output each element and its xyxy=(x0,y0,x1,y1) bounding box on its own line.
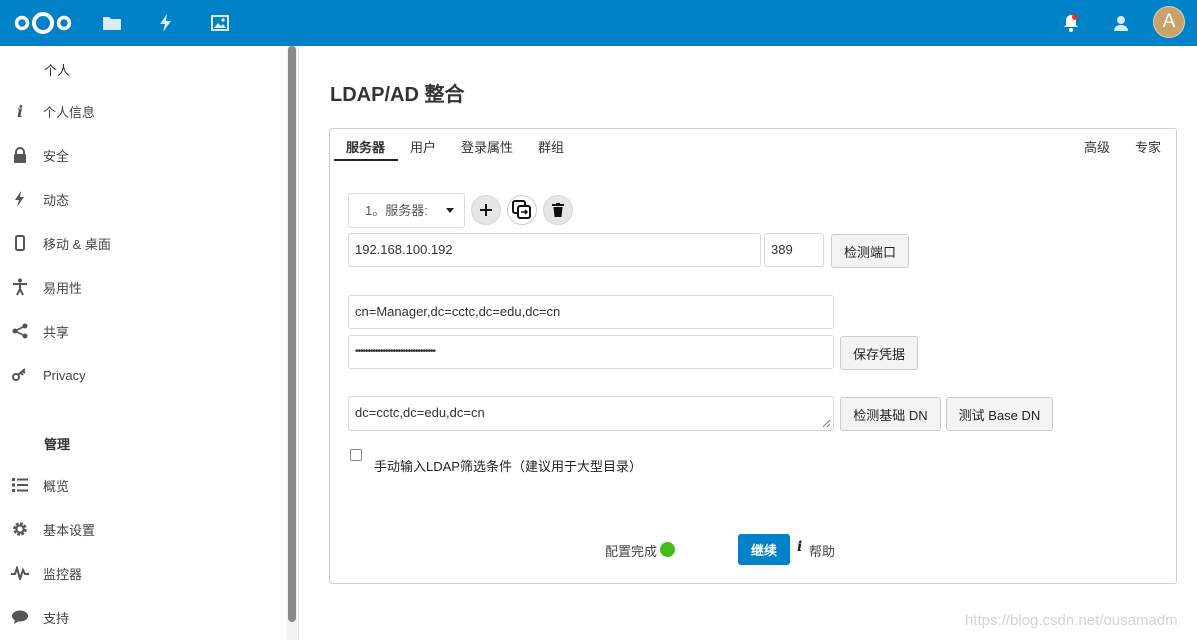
add-server-button[interactable] xyxy=(471,195,501,225)
phone-icon xyxy=(11,234,29,252)
user-dn-input[interactable]: cn=Manager,dc=cctc,dc=edu,dc=cn xyxy=(348,295,834,329)
info-icon: i xyxy=(797,539,803,555)
sidebar-item-label: 支持 xyxy=(43,610,70,626)
copy-icon xyxy=(512,200,531,219)
trash-icon xyxy=(552,203,564,217)
page-title: LDAP/AD 整合 xyxy=(330,84,465,106)
scrollbar-thumb[interactable] xyxy=(288,46,296,622)
activity-icon[interactable] xyxy=(154,11,178,35)
divider xyxy=(298,46,299,640)
active-tab-indicator xyxy=(334,159,398,161)
password-input[interactable]: •••••••••••••••••••••••••••••••• xyxy=(348,335,834,369)
detect-port-button[interactable]: 检测端口 xyxy=(831,234,909,268)
sidebar-scrollbar[interactable] xyxy=(287,46,297,640)
sidebar-item-monitoring[interactable]: 监控器 xyxy=(0,551,285,595)
sidebar-item-label: Privacy xyxy=(43,367,86,383)
sidebar-item-overview[interactable]: 概览 xyxy=(0,463,285,507)
copy-server-button[interactable] xyxy=(507,195,537,225)
nextcloud-logo-icon[interactable] xyxy=(12,9,74,37)
sidebar-item-personal-info[interactable]: i 个人信息 xyxy=(0,89,285,133)
chat-icon xyxy=(11,608,29,626)
gear-icon xyxy=(11,520,29,538)
base-dn-value: dc=cctc,dc=edu,dc=cn xyxy=(355,405,485,420)
host-input[interactable]: 192.168.100.192 xyxy=(348,233,761,267)
sidebar-item-accessibility[interactable]: 易用性 xyxy=(0,265,285,309)
tab-server[interactable]: 服务器 xyxy=(346,137,385,161)
tab-users[interactable]: 用户 xyxy=(410,137,436,161)
sidebar-item-label: 动态 xyxy=(43,192,70,208)
user-avatar[interactable]: A xyxy=(1153,6,1185,38)
sidebar-item-label: 基本设置 xyxy=(43,522,96,538)
activity-icon xyxy=(11,190,29,208)
plus-icon xyxy=(480,204,492,216)
gallery-icon[interactable] xyxy=(208,11,232,35)
sidebar-item-activity[interactable]: 动态 xyxy=(0,177,285,221)
sidebar-item-label: 易用性 xyxy=(43,280,83,296)
tab-login-attributes[interactable]: 登录属性 xyxy=(461,137,513,161)
chevron-down-icon xyxy=(446,208,454,213)
admin-heading: 管理 xyxy=(44,437,71,452)
list-icon xyxy=(11,476,29,494)
key-icon xyxy=(11,366,29,384)
sidebar-item-label: 个人信息 xyxy=(43,104,96,120)
server-select[interactable]: 1。服务器: xyxy=(348,193,465,228)
manual-filter-label: 手动输入LDAP筛选条件（建议用于大型目录） xyxy=(374,459,642,474)
personal-heading: 个人 xyxy=(44,63,71,78)
sidebar-item-sharing[interactable]: 共享 xyxy=(0,309,285,353)
resize-handle-icon[interactable] xyxy=(821,418,831,428)
files-icon[interactable] xyxy=(100,11,124,35)
sidebar-item-label: 安全 xyxy=(43,148,70,164)
status-indicator xyxy=(660,542,675,557)
settings-sidebar: 个人 i 个人信息 安全 动态 移动 & 桌面 易用性 共享 Privacy 管… xyxy=(0,46,285,640)
sidebar-item-support[interactable]: 支持 xyxy=(0,595,285,639)
ldap-config-panel: 服务器 用户 登录属性 群组 高级 专家 1。服务器: 192.168.100.… xyxy=(329,128,1177,584)
config-status-label: 配置完成 xyxy=(605,544,658,559)
tab-expert[interactable]: 专家 xyxy=(1135,137,1161,161)
help-link[interactable]: 帮助 xyxy=(809,541,835,560)
sidebar-item-label: 概览 xyxy=(43,478,70,494)
port-input[interactable]: 389 xyxy=(764,233,824,267)
delete-server-button[interactable] xyxy=(543,195,573,225)
top-bar: A xyxy=(0,0,1197,46)
pulse-icon xyxy=(11,564,29,582)
server-select-value: 1。服务器: xyxy=(365,203,428,218)
continue-button[interactable]: 继续 xyxy=(738,534,790,565)
save-credentials-button[interactable]: 保存凭据 xyxy=(840,336,918,370)
sidebar-item-security[interactable]: 安全 xyxy=(0,133,285,177)
accessibility-icon xyxy=(11,278,29,296)
sidebar-item-label: 移动 & 桌面 xyxy=(43,236,111,252)
base-dn-textarea[interactable]: dc=cctc,dc=edu,dc=cn xyxy=(348,396,834,431)
watermark: https://blog.csdn.net/ousamadm xyxy=(965,612,1178,629)
sidebar-item-label: 共享 xyxy=(43,324,70,340)
contacts-icon[interactable] xyxy=(1108,11,1132,35)
tab-advanced[interactable]: 高级 xyxy=(1084,137,1110,161)
manual-filter-checkbox[interactable] xyxy=(350,449,362,461)
test-base-dn-button[interactable]: 测试 Base DN xyxy=(946,397,1053,431)
sidebar-item-label: 监控器 xyxy=(43,566,83,582)
info-icon: i xyxy=(16,101,24,121)
lock-icon xyxy=(11,146,29,164)
detect-base-dn-button[interactable]: 检测基础 DN xyxy=(840,397,941,431)
notifications-icon[interactable] xyxy=(1059,11,1083,35)
tab-groups[interactable]: 群组 xyxy=(538,137,564,161)
sidebar-item-privacy[interactable]: Privacy xyxy=(0,353,285,397)
share-icon xyxy=(11,322,29,340)
sidebar-item-basic-settings[interactable]: 基本设置 xyxy=(0,507,285,551)
sidebar-item-mobile-desktop[interactable]: 移动 & 桌面 xyxy=(0,221,285,265)
